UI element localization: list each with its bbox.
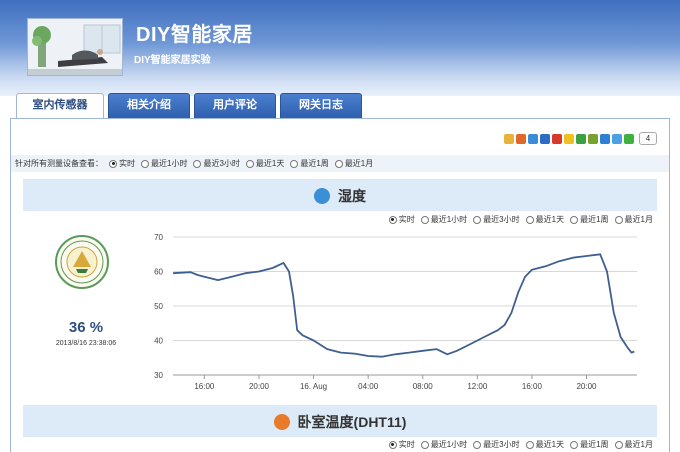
filter-option-1h[interactable]: 最近1小时 [141,158,187,169]
filter-option-3h[interactable]: 最近3小时 [193,158,240,169]
filter-label: 针对所有测量设备查看： [15,159,103,168]
tab-user-comments[interactable]: 用户评论 [194,93,276,118]
tab-introduction[interactable]: 相关介绍 [108,93,190,118]
radio-icon[interactable] [334,159,343,168]
header-banner: DIY智能家居 DIY智能家居实验 [0,0,680,96]
email-icon[interactable] [528,133,538,144]
humidity-chart: 30 40 50 60 70 16:00 20:00 16. Aug 04:00 08:00 12:… [154,233,637,391]
x-tick-label: 08:00 [413,382,434,391]
x-tick-label: 20:00 [249,382,270,391]
temperature-option-realtime[interactable]: 实时 [388,439,415,450]
radio-icon[interactable] [614,215,623,224]
humidity-option-realtime[interactable]: 实时 [388,214,415,225]
humidity-time-filter: 实时 最近1小时 最近3小时 最近1天 最近1周 最近1月 [388,214,653,225]
radio-icon[interactable] [473,440,482,449]
radio-icon[interactable] [290,159,299,168]
star-icon[interactable] [564,133,574,144]
radio-icon[interactable] [420,440,429,449]
renren-icon[interactable] [540,133,550,144]
global-time-filter: 针对所有测量设备查看： 实时 最近1小时 最近3小时 最近1天 最近1周 最近1… [11,155,669,172]
site-logo [27,18,123,76]
radio-icon[interactable] [193,159,202,168]
x-tick-label: 16:00 [194,382,215,391]
sensor-emblem [55,235,109,289]
humidity-reading: 36 % [68,319,104,336]
humidity-timestamp: 2013/8/16 23:38:06 [55,340,117,347]
thermometer-icon [273,414,290,430]
humidity-option-3h[interactable]: 最近3小时 [473,214,520,225]
tencent-icon[interactable] [600,133,610,144]
temperature-option-3h[interactable]: 最近3小时 [473,439,520,450]
x-tick-label: 16:00 [522,382,543,391]
radio-icon[interactable] [420,215,429,224]
water-drop-icon [314,188,330,204]
radio-icon[interactable] [109,159,117,168]
site-title: DIY智能家居 [136,24,253,46]
tab-gateway-log[interactable]: 网关日志 [280,93,362,118]
radio-icon[interactable] [525,440,534,449]
filter-option-1m[interactable]: 最近1月 [334,158,373,169]
temperature-option-1m[interactable]: 最近1月 [614,439,653,450]
radio-icon[interactable] [525,215,534,224]
radio-icon[interactable] [141,159,149,168]
kaixin-icon[interactable] [588,133,598,144]
plus-icon[interactable] [624,133,634,144]
y-tick-label: 40 [154,337,163,346]
weibo-icon[interactable] [552,133,562,144]
qzone-icon[interactable] [504,133,514,144]
site-subtitle: DIY智能家居实验 [134,55,211,66]
douban-icon[interactable] [576,133,586,144]
temperature-option-1d[interactable]: 最近1天 [525,439,564,450]
filter-option-realtime[interactable]: 实时 [109,158,135,169]
x-tick-label: 04:00 [358,382,379,391]
radio-icon[interactable] [614,440,623,449]
humidity-option-1w[interactable]: 最近1周 [570,214,609,225]
humidity-option-1h[interactable]: 最近1小时 [420,214,467,225]
humidity-option-1d[interactable]: 最近1天 [525,214,564,225]
main-tabs: 室内传感器 相关介绍 用户评论 网关日志 [16,93,362,118]
tab-indoor-sensors[interactable]: 室内传感器 [16,93,104,118]
radio-icon[interactable] [388,440,397,449]
humidity-section-header: 湿度 [23,179,657,211]
humidity-title: 湿度 [338,188,366,204]
filter-option-1d[interactable]: 最近1天 [245,158,284,169]
logo-illustration [28,19,122,75]
temperature-section-header: 卧室温度(DHT11) [23,405,657,437]
y-tick-label: 70 [154,233,163,242]
share-count: 4 [639,132,657,145]
x-tick-label: 16. Aug [300,382,327,391]
filter-option-1w[interactable]: 最近1周 [290,158,329,169]
y-tick-label: 50 [154,302,163,311]
radio-icon[interactable] [245,159,254,168]
temperature-title: 卧室温度(DHT11) [297,414,407,430]
rss-icon[interactable] [516,133,526,144]
radio-icon[interactable] [570,215,579,224]
radio-icon[interactable] [570,440,579,449]
share-toolbar: 4 [504,132,657,145]
radio-icon[interactable] [473,215,482,224]
y-tick-label: 60 [154,268,163,277]
x-tick-label: 20:00 [576,382,597,391]
content-panel: 4 针对所有测量设备查看： 实时 最近1小时 最近3小时 最近1天 最近1周 最… [10,118,670,452]
temperature-time-filter: 实时 最近1小时 最近3小时 最近1天 最近1周 最近1月 [388,439,653,450]
x-tick-label: 12:00 [467,382,488,391]
y-tick-label: 30 [154,371,163,380]
temperature-option-1w[interactable]: 最近1周 [570,439,609,450]
temperature-option-1h[interactable]: 最近1小时 [420,439,467,450]
bookmark-icon[interactable] [612,133,622,144]
radio-icon[interactable] [388,215,397,224]
humidity-option-1m[interactable]: 最近1月 [614,214,653,225]
emblem-icon [60,240,104,284]
